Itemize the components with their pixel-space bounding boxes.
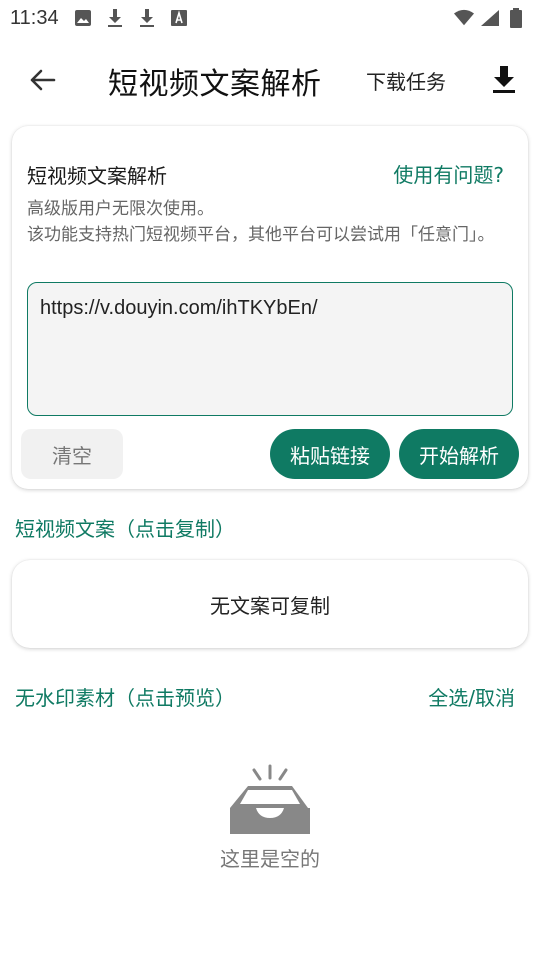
- clear-button[interactable]: 清空: [21, 429, 123, 479]
- start-parse-button[interactable]: 开始解析: [399, 429, 519, 479]
- download-button[interactable]: [488, 62, 520, 96]
- wifi-icon: [454, 8, 474, 28]
- text-section-label: 短视频文案（点击复制）: [15, 517, 235, 541]
- empty-state-text: 这里是空的: [220, 847, 320, 871]
- app-bar: 短视频文案解析 下载任务: [0, 44, 540, 112]
- status-system-icons: [454, 8, 526, 28]
- font-a-icon: [169, 8, 189, 28]
- card-description: 高级版用户无限次使用。 该功能支持热门短视频平台，其他平台可以尝试用「任意门」。: [27, 196, 497, 248]
- status-bar: 11:34: [0, 0, 540, 36]
- status-notification-icons: [73, 8, 189, 28]
- image-icon: [73, 8, 93, 28]
- download-icon: [137, 8, 157, 28]
- desc-line-2: 该功能支持热门短视频平台，其他平台可以尝试用「任意门」。: [27, 225, 495, 245]
- desc-line-1: 高级版用户无限次使用。: [27, 199, 214, 219]
- status-time: 11:34: [10, 6, 59, 29]
- battery-icon: [506, 8, 526, 28]
- signal-icon: [480, 8, 500, 28]
- help-link[interactable]: 使用有问题?: [393, 159, 504, 188]
- paste-link-button[interactable]: 粘贴链接: [270, 429, 390, 479]
- empty-inbox-icon: [226, 764, 314, 836]
- download-icon: [105, 8, 125, 28]
- parse-card: 短视频文案解析 使用有问题? 高级版用户无限次使用。 该功能支持热门短视频平台，…: [12, 126, 528, 489]
- select-all-toggle[interactable]: 全选/取消: [428, 682, 515, 711]
- media-section-label: 无水印素材（点击预览）: [15, 686, 235, 710]
- url-input[interactable]: https://v.douyin.com/ihTKYbEn/: [27, 282, 513, 416]
- arrow-left-icon: [30, 69, 56, 91]
- back-button[interactable]: [22, 64, 62, 96]
- page-title: 短视频文案解析: [108, 67, 322, 102]
- download-tasks-link[interactable]: 下载任务: [366, 66, 446, 95]
- download-icon: [493, 66, 515, 93]
- card-title: 短视频文案解析: [27, 164, 167, 188]
- copy-text-card[interactable]: 无文案可复制: [12, 560, 528, 648]
